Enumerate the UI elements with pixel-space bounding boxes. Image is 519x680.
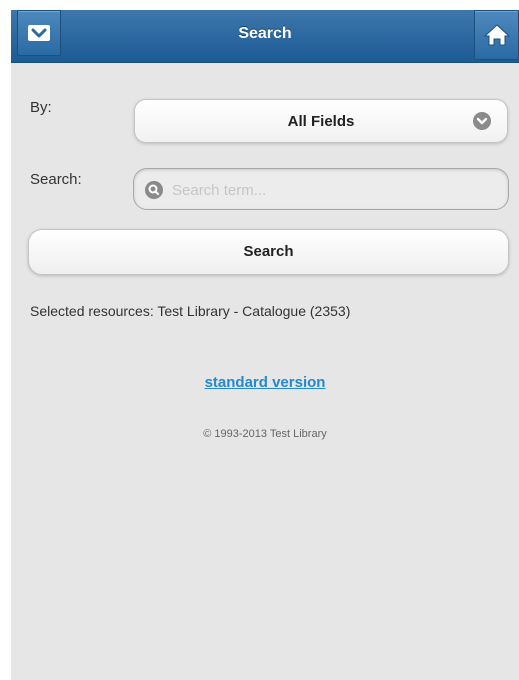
header-bar: Search [11,10,519,63]
search-input[interactable] [172,179,492,201]
search-button[interactable]: Search [28,229,509,275]
search-field-select[interactable]: All Fields [134,99,508,143]
page-title: Search [238,25,292,42]
by-label: By: [30,99,52,116]
standard-version-link[interactable]: standard version [11,374,519,391]
search-label: Search: [30,171,82,188]
copyright-text: © 1993-2013 Test Library [203,428,327,440]
home-button[interactable] [474,10,519,60]
search-icon [145,181,163,199]
home-icon [484,24,510,46]
search-field-container [133,168,509,210]
app-frame: Search By: All Fields Search: Search Sel… [11,10,519,680]
chevron-down-icon [473,112,491,130]
selected-resources-text: Selected resources: Test Library - Catal… [30,303,351,319]
select-value: All Fields [287,113,355,130]
